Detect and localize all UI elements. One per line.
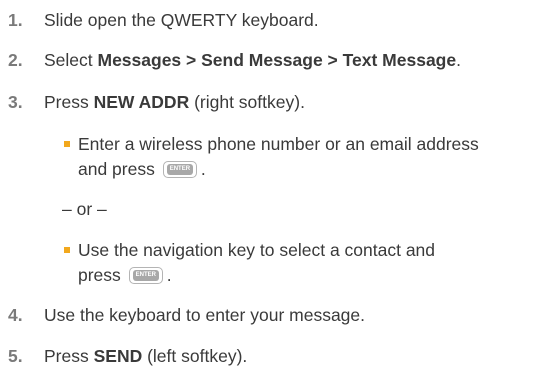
sub-step-text: press [78, 265, 121, 285]
softkey-name: SEND [93, 346, 143, 366]
enter-key-icon: ENTER [162, 160, 197, 178]
step-text: Press SEND (left softkey). [44, 346, 248, 366]
step-text: Use the keyboard to enter your message. [44, 305, 366, 325]
step-text: Press NEW ADDR (right softkey). [44, 92, 305, 112]
sub-step-text: Use the navigation key to select a conta… [78, 240, 436, 260]
enter-key-icon: ENTER [128, 266, 163, 284]
step-number: 3. [8, 92, 23, 112]
sub-step-text: Enter a wireless phone number or an emai… [78, 134, 479, 154]
step-number: 1. [8, 10, 23, 30]
menu-path: Messages > Send Message > Text Message [97, 50, 457, 70]
bullet-icon [64, 141, 70, 147]
or-text: – or – [62, 199, 107, 219]
bullet-icon [64, 247, 70, 253]
step-number: 4. [8, 305, 23, 325]
instruction-list: 1. Slide open the QWERTY keyboard. 2. Se… [8, 10, 479, 366]
sub-step-text: and press [78, 159, 155, 179]
step-text: Select Messages > Send Message > Text Me… [44, 50, 461, 70]
step-number: 5. [8, 346, 23, 366]
softkey-name: NEW ADDR [93, 92, 190, 112]
step-text: Slide open the QWERTY keyboard. [44, 10, 319, 30]
step-number: 2. [8, 50, 23, 70]
